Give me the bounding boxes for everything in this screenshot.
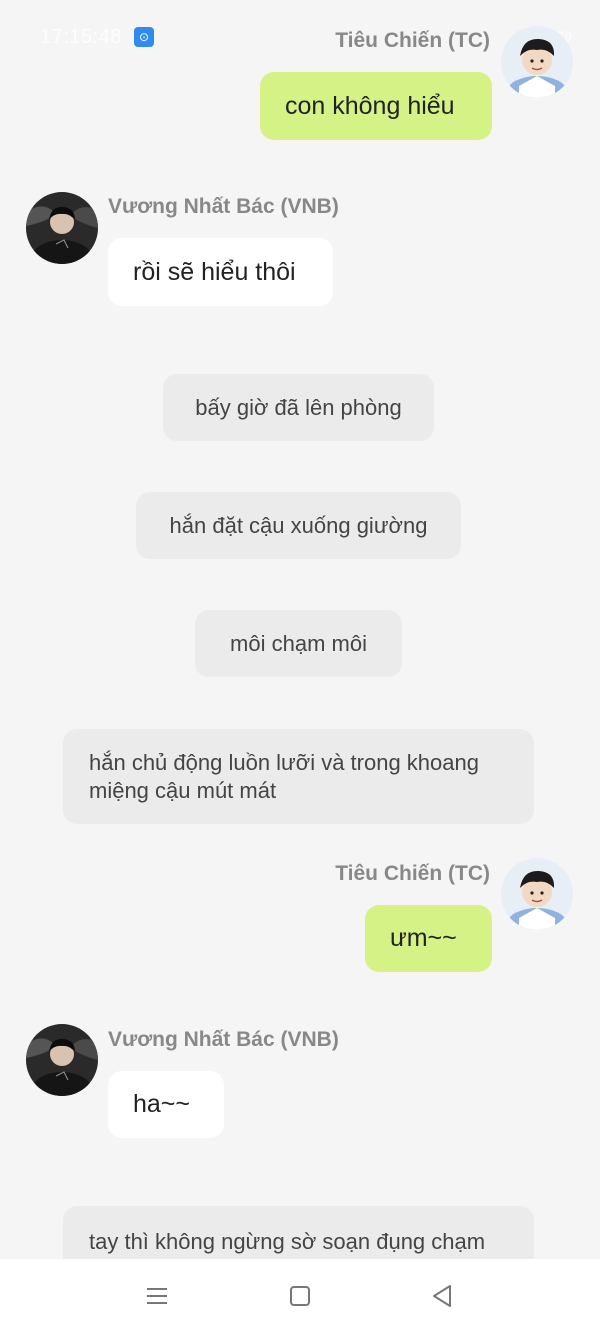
avatar-image xyxy=(26,1024,98,1096)
menu-icon[interactable] xyxy=(142,1281,172,1311)
back-triangle-icon[interactable] xyxy=(428,1281,458,1311)
navigation-bar xyxy=(0,1259,600,1333)
status-time: 17:15:48 xyxy=(40,26,122,48)
sender-name: Tiêu Chiến (TC) xyxy=(335,862,490,885)
message-bubble[interactable]: con không hiểu xyxy=(260,72,492,140)
avatar-vnb[interactable] xyxy=(26,192,98,264)
sender-name: Vương Nhất Bác (VNB) xyxy=(108,195,339,218)
narration-bubble: hắn chủ động luồn lưỡi và trong khoang m… xyxy=(63,729,534,824)
avatar-tc[interactable] xyxy=(501,26,573,98)
sender-name: Tiêu Chiến (TC) xyxy=(335,29,490,52)
message-bubble[interactable]: rồi sẽ hiểu thôi xyxy=(108,238,333,306)
avatar-image xyxy=(501,26,573,98)
narration-bubble: hắn đặt cậu xuống giường xyxy=(136,492,461,559)
avatar-image xyxy=(501,858,573,930)
avatar-vnb[interactable] xyxy=(26,1024,98,1096)
narration-bubble: bấy giờ đã lên phòng xyxy=(163,374,434,441)
home-square-icon[interactable] xyxy=(285,1281,315,1311)
avatar-tc[interactable] xyxy=(501,858,573,930)
sender-name: Vương Nhất Bác (VNB) xyxy=(108,1028,339,1051)
message-bubble[interactable]: ha~~ xyxy=(108,1071,224,1138)
message-bubble[interactable]: ưm~~ xyxy=(365,905,492,972)
wifi-hotspot-icon: ⊙ xyxy=(134,27,154,47)
avatar-image xyxy=(26,192,98,264)
narration-bubble: môi chạm môi xyxy=(195,610,402,677)
